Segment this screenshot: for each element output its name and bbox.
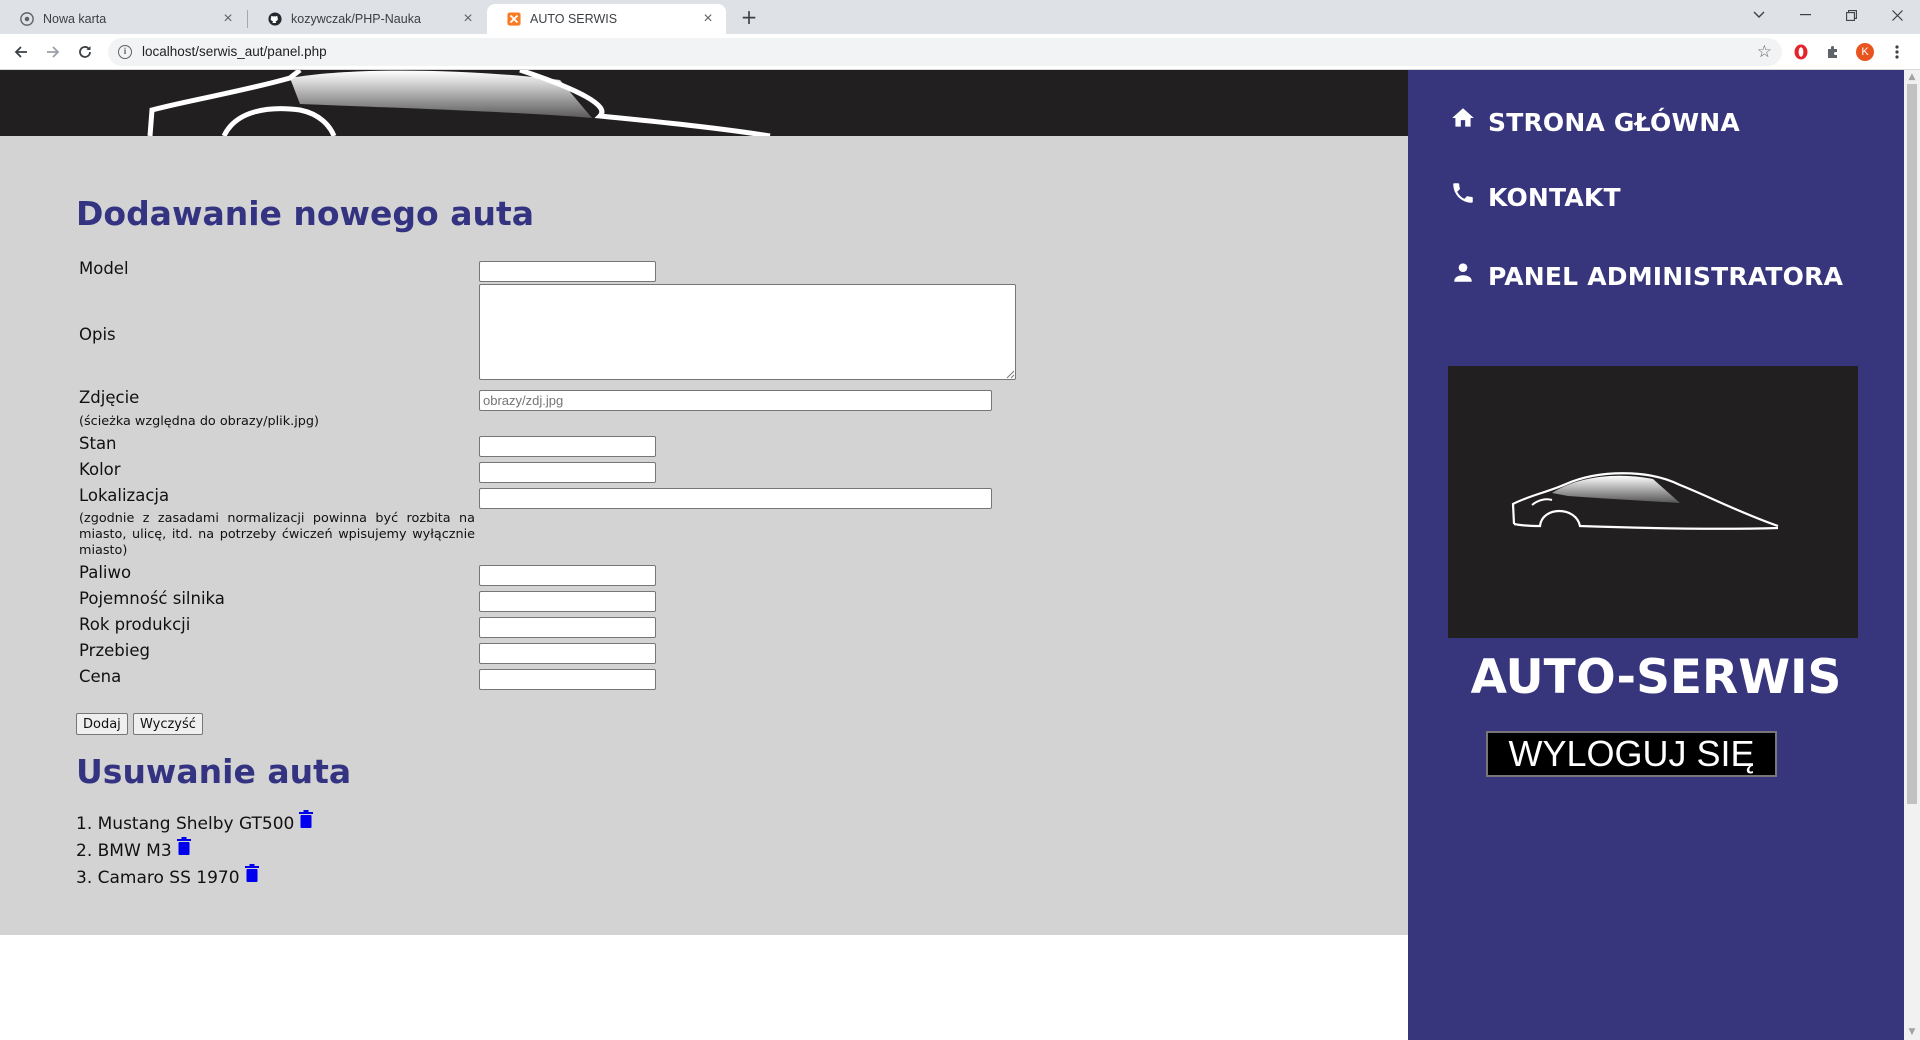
site-info-icon[interactable]: i — [118, 45, 132, 59]
tab-search-icon[interactable] — [1736, 0, 1782, 30]
dodaj-button[interactable]: Dodaj — [76, 713, 128, 735]
zdjecie-input[interactable] — [479, 390, 992, 411]
logo-car-image — [1448, 366, 1858, 638]
opis-label: Opis — [79, 325, 116, 344]
trash-icon[interactable] — [244, 864, 259, 882]
close-window-button[interactable] — [1874, 0, 1920, 30]
xampp-icon — [507, 12, 521, 26]
tab-title: kozywczak/PHP-Nauka — [291, 12, 421, 26]
rok-label: Rok produkcji — [79, 615, 191, 634]
przebieg-label: Przebieg — [79, 641, 150, 660]
scroll-up-arrow-icon[interactable]: ▲ — [1908, 73, 1916, 82]
rok-input[interactable] — [479, 617, 656, 638]
github-icon — [268, 12, 282, 26]
car-list-item: 1. Mustang Shelby GT500 — [76, 810, 314, 834]
nav-contact-label: KONTAKT — [1488, 183, 1621, 212]
minimize-button[interactable] — [1782, 0, 1828, 30]
opis-textarea-wrapper — [479, 284, 1016, 380]
opera-extension-icon[interactable] — [1792, 43, 1810, 61]
pojemnosc-label: Pojemność silnika — [79, 589, 225, 608]
nav-admin-panel-link[interactable]: PANEL ADMINISTRATORA — [1450, 262, 1843, 291]
scroll-down-arrow-icon[interactable]: ▼ — [1908, 1028, 1916, 1037]
close-tab-icon[interactable]: × — [700, 11, 716, 27]
zdjecie-hint: (ścieżka względna do obrazy/plik.jpg) — [79, 414, 319, 429]
lokalizacja-label: Lokalizacja — [79, 486, 170, 505]
page-viewport: Dodawanie nowego auta Model Opis Zdjęcie… — [0, 70, 1920, 1040]
close-tab-icon[interactable]: × — [460, 11, 476, 27]
tab-github[interactable]: kozywczak/PHP-Nauka × — [248, 4, 486, 34]
lokalizacja-input[interactable] — [479, 488, 992, 509]
logout-button[interactable]: WYLOGUJ SIĘ — [1486, 731, 1777, 777]
sidebar: STRONA GŁÓWNA KONTAKT PANEL ADMINISTRATO… — [1408, 70, 1904, 1040]
reload-button[interactable] — [72, 39, 98, 65]
header-banner — [0, 70, 1408, 136]
add-car-heading: Dodawanie nowego auta — [76, 194, 535, 233]
new-tab-button[interactable]: + — [737, 6, 761, 30]
extensions-puzzle-icon[interactable] — [1824, 43, 1842, 61]
car-list-item-text: 1. Mustang Shelby GT500 — [76, 814, 295, 834]
browser-toolbar: i localhost/serwis_aut/panel.php ☆ K — [0, 34, 1920, 70]
zdjecie-label: Zdjęcie — [79, 388, 140, 407]
restore-button[interactable] — [1828, 0, 1874, 30]
browser-tabstrip: Nowa karta × kozywczak/PHP-Nauka × AUTO … — [0, 0, 1920, 34]
kolor-input[interactable] — [479, 462, 656, 483]
person-icon — [1454, 262, 1472, 282]
przebieg-input[interactable] — [479, 643, 656, 664]
back-button[interactable] — [8, 39, 34, 65]
kolor-label: Kolor — [79, 460, 121, 479]
main-content: Dodawanie nowego auta Model Opis Zdjęcie… — [0, 136, 1408, 935]
stan-label: Stan — [79, 434, 117, 453]
url-text: localhost/serwis_aut/panel.php — [142, 44, 327, 59]
phone-icon — [1453, 182, 1473, 203]
nav-contact-link[interactable]: KONTAKT — [1450, 182, 1621, 212]
cena-label: Cena — [79, 667, 122, 686]
pojemnosc-input[interactable] — [479, 591, 656, 612]
nav-home-label: STRONA GŁÓWNA — [1488, 108, 1740, 137]
address-bar[interactable]: i localhost/serwis_aut/panel.php ☆ — [108, 38, 1782, 66]
tab-auto-serwis[interactable]: AUTO SERWIS × — [487, 4, 726, 34]
model-input[interactable] — [479, 261, 656, 282]
nav-admin-panel-label: PANEL ADMINISTRATORA — [1488, 262, 1844, 291]
brand-title: AUTO-SERWIS — [1470, 650, 1842, 705]
page-scrollbar[interactable]: ▲ ▼ — [1904, 70, 1920, 1040]
tab-title: AUTO SERWIS — [530, 12, 618, 26]
car-logo-icon — [1511, 472, 1779, 530]
trash-icon[interactable] — [176, 837, 191, 855]
car-list-item-text: 3. Camaro SS 1970 — [76, 868, 240, 888]
cena-input[interactable] — [479, 669, 656, 690]
profile-initial: K — [1861, 46, 1869, 58]
stan-input[interactable] — [479, 436, 656, 457]
home-icon — [1452, 107, 1474, 127]
browser-menu-icon[interactable] — [1888, 43, 1906, 61]
paliwo-label: Paliwo — [79, 563, 132, 582]
delete-car-heading: Usuwanie auta — [76, 752, 352, 791]
page-footer — [0, 935, 1408, 1040]
tab-title: Nowa karta — [43, 12, 107, 26]
trash-icon[interactable] — [299, 810, 314, 828]
model-label: Model — [79, 259, 129, 278]
close-tab-icon[interactable]: × — [220, 11, 236, 27]
nav-home-link[interactable]: STRONA GŁÓWNA — [1450, 107, 1740, 137]
car-list-item: 2. BMW M3 — [76, 837, 191, 861]
paliwo-input[interactable] — [479, 565, 656, 586]
bookmark-star-icon[interactable]: ☆ — [1757, 42, 1772, 62]
wyczysc-button[interactable]: Wyczyść — [133, 713, 203, 735]
car-list-item: 3. Camaro SS 1970 — [76, 864, 259, 888]
resize-grip-icon[interactable] — [1006, 370, 1015, 379]
opis-textarea[interactable] — [479, 284, 1016, 380]
tab-nowa-karta[interactable]: Nowa karta × — [0, 4, 246, 34]
profile-avatar[interactable]: K — [1856, 43, 1874, 61]
car-silhouette-image — [147, 70, 771, 136]
chrome-icon — [20, 12, 34, 26]
forward-button[interactable] — [40, 39, 66, 65]
scrollbar-thumb[interactable] — [1907, 84, 1917, 804]
car-list-item-text: 2. BMW M3 — [76, 841, 172, 861]
lokalizacja-hint: (zgodnie z zasadami normalizacji powinna… — [79, 511, 475, 558]
